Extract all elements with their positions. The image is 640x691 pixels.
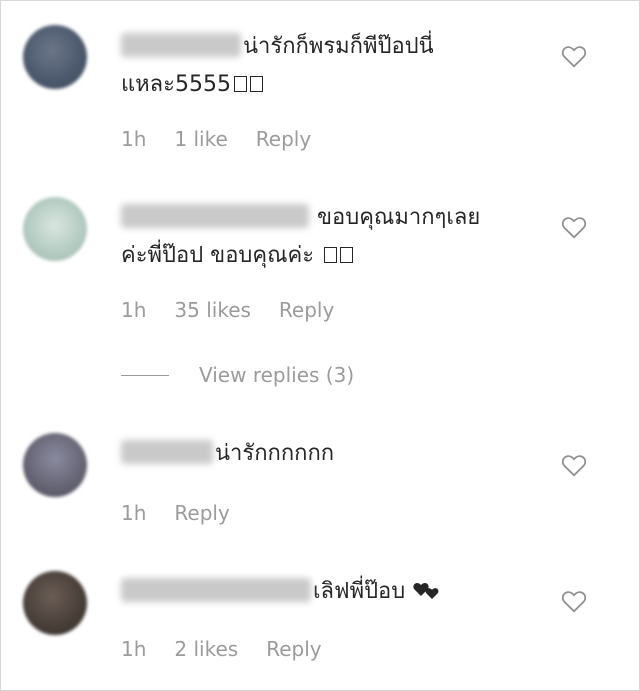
likes-count[interactable]: 2 likes — [174, 637, 238, 661]
comment-meta: 1h Reply — [121, 501, 258, 525]
view-replies-label: View replies (3) — [199, 363, 355, 387]
unsupported-glyph — [340, 247, 354, 263]
username-blurred[interactable] — [121, 33, 241, 57]
comment-meta: 1h 1 like Reply — [121, 127, 339, 151]
comment-text-line2: แหละ5555 — [121, 72, 231, 97]
reply-button[interactable]: Reply — [256, 127, 311, 151]
avatar[interactable] — [23, 197, 87, 261]
reply-button[interactable]: Reply — [279, 298, 334, 322]
heart-outline-icon[interactable] — [561, 589, 587, 613]
comment-meta: 1h 2 likes Reply — [121, 637, 350, 661]
reply-button[interactable]: Reply — [174, 501, 229, 525]
comment-text: น่ารักก็พรมก็พีป๊อปนี่ แหละ5555 — [121, 28, 541, 104]
username-blurred[interactable] — [121, 204, 309, 228]
comment-text: เลิฟพี่ป๊อบ — [121, 573, 541, 611]
reply-button[interactable]: Reply — [266, 637, 321, 661]
view-replies-button[interactable]: View replies (3) — [121, 363, 354, 387]
comment-time: 1h — [121, 127, 147, 151]
unsupported-glyph — [249, 76, 263, 92]
comment-text-line1: เลิฟพี่ป๊อบ — [313, 579, 406, 604]
username-blurred[interactable] — [121, 440, 213, 464]
divider-line — [121, 374, 169, 376]
comment-text-line1: ขอบคุณมากๆเลย — [317, 205, 481, 230]
heart-outline-icon[interactable] — [561, 44, 587, 68]
username-blurred[interactable] — [121, 578, 311, 602]
comment-text: ขอบคุณมากๆเลย ค่ะพี่ป๊อป ขอบคุณค่ะ — [121, 199, 541, 275]
avatar[interactable] — [23, 571, 87, 635]
two-hearts-icon — [413, 583, 439, 599]
unsupported-glyph — [324, 247, 338, 263]
comment-time: 1h — [121, 637, 147, 661]
comment-text-line2: ค่ะพี่ป๊อป ขอบคุณค่ะ — [121, 243, 315, 268]
heart-outline-icon[interactable] — [561, 215, 587, 239]
comment-text: น่ารักกกกกก — [121, 435, 541, 473]
comment-time: 1h — [121, 501, 147, 525]
avatar[interactable] — [23, 25, 87, 89]
avatar[interactable] — [23, 433, 87, 497]
comment-text-line1: น่ารักกกกกก — [215, 441, 335, 466]
comment-text-line1: น่ารักก็พรมก็พีป๊อปนี่ — [243, 34, 434, 59]
comment-meta: 1h 35 likes Reply — [121, 298, 362, 322]
unsupported-glyph — [233, 76, 247, 92]
heart-outline-icon[interactable] — [561, 453, 587, 477]
likes-count[interactable]: 35 likes — [174, 298, 251, 322]
likes-count[interactable]: 1 like — [174, 127, 227, 151]
comments-panel: น่ารักก็พรมก็พีป๊อปนี่ แหละ5555 1h 1 like… — [0, 0, 640, 691]
comment-time: 1h — [121, 298, 147, 322]
